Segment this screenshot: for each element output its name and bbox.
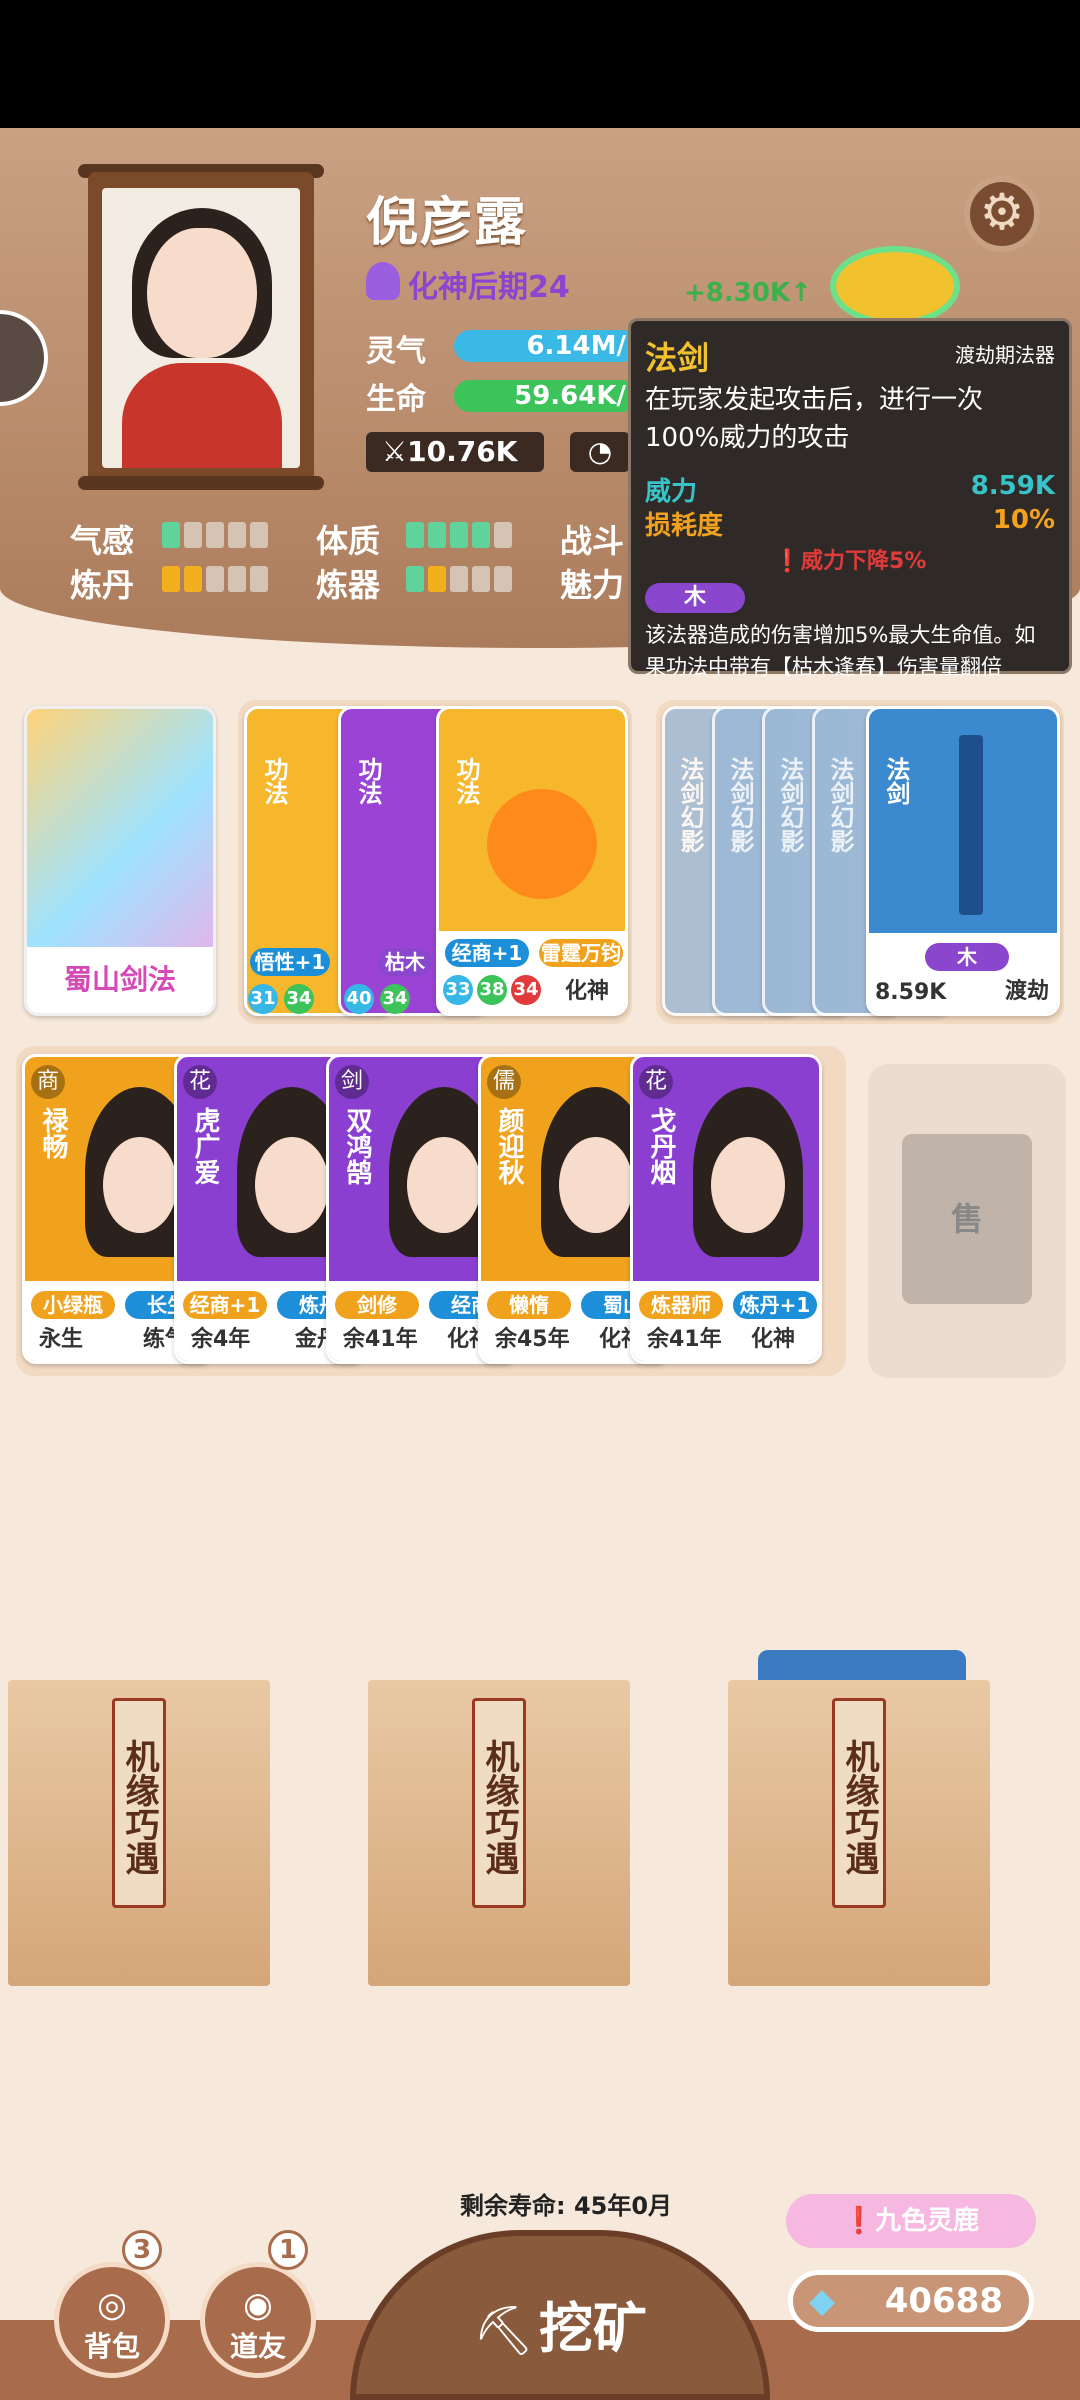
- companion-name: 戈丹烟: [646, 1107, 676, 1185]
- speed-pill[interactable]: ◔: [570, 432, 630, 472]
- companion-life: 永生: [39, 1327, 84, 1352]
- sword-icon: [959, 735, 983, 915]
- sword-icon: ⚔: [382, 435, 408, 468]
- event-banner[interactable]: ❗九色灵鹿: [786, 2194, 1036, 2248]
- packet-2[interactable]: 机缘巧遇: [368, 1680, 630, 1986]
- companion-card[interactable]: 花 戈丹烟 炼器师 炼丹+1 余41年 化神: [630, 1054, 822, 1364]
- tooltip-desc: 在玩家发起攻击后，进行一次100%威力的攻击: [645, 385, 984, 453]
- stat-qigan-segments: [162, 522, 272, 552]
- tooltip-title: 法剑: [645, 339, 710, 377]
- friends-button[interactable]: ◉ 道友: [200, 2262, 316, 2378]
- shengming-bar: 59.64K/: [454, 380, 638, 412]
- tooltip-warning: 威力下降5%: [801, 549, 927, 574]
- breakthrough-button[interactable]: [830, 246, 960, 326]
- friends-badge: 1: [268, 2230, 308, 2270]
- companion-face: [559, 1137, 633, 1233]
- alert-icon: ❗: [842, 2206, 876, 2236]
- companion-type: 商: [31, 1065, 65, 1099]
- dress: [122, 363, 282, 468]
- stat-zhandou: 战斗: [560, 522, 625, 560]
- companion-type: 剑: [335, 1065, 369, 1099]
- companion-life: 余4年: [191, 1327, 251, 1352]
- companion-name: 虎广爱: [190, 1107, 220, 1185]
- bag-icon: ◎: [97, 2285, 127, 2325]
- pickaxe-icon: ⛏: [472, 2303, 534, 2359]
- face: [147, 228, 257, 358]
- character-portrait[interactable]: [88, 172, 314, 484]
- tooltip-power-label: 威力: [645, 477, 698, 507]
- companion-tag2: 炼丹+1: [733, 1291, 817, 1319]
- companion-face: [407, 1137, 481, 1233]
- num: 34: [380, 984, 410, 1014]
- status-bar-area: [0, 0, 1080, 128]
- scroll-bottom-rod: [78, 476, 324, 490]
- tooltip-effect: 该法器造成的伤害增加5%最大生命值。如果功法中带有【枯木逢春】伤害量翻倍: [645, 623, 1036, 679]
- bag-badge: 3: [122, 2230, 162, 2270]
- tooltip-element: 木: [645, 583, 745, 613]
- stat-liandan-segments: [162, 566, 272, 596]
- attack-pill: ⚔10.76K: [366, 432, 544, 472]
- card-gongfa-2-tag: 枯木: [378, 948, 432, 976]
- companion-life: 余45年: [495, 1327, 570, 1352]
- lingqi-bar: 6.14M/: [454, 330, 638, 362]
- companion-life2: 化神: [751, 1327, 796, 1352]
- bag-button[interactable]: ◎ 背包: [54, 2262, 170, 2378]
- num: 40: [344, 984, 374, 1014]
- stat-meili: 魅力: [560, 566, 625, 604]
- card-sword-art-label: 蜀山剑法: [27, 947, 213, 1013]
- companion-name: 禄畅: [38, 1107, 68, 1159]
- realm-icon: [366, 262, 400, 300]
- realm-text: 化神后期24: [408, 270, 570, 305]
- card-gongfa-3[interactable]: 功法 经商+1 雷霆万钧 33 38 34 化神: [436, 706, 628, 1016]
- fire-book-icon: [487, 789, 597, 899]
- companion-life: 余41年: [647, 1327, 722, 1352]
- speed-icon: ◔: [587, 435, 613, 468]
- gem-counter[interactable]: ◆ 40688: [788, 2270, 1034, 2332]
- companion-name: 颜迎秋: [494, 1107, 524, 1185]
- stat-tizhi: 体质: [316, 522, 381, 560]
- companion-type: 儒: [487, 1065, 521, 1099]
- companion-tag: 懒惰: [487, 1291, 571, 1319]
- companion-name: 双鸿鹄: [342, 1107, 372, 1185]
- power-gain: +8.30K↑: [684, 278, 812, 308]
- tooltip-subtitle: 渡劫期法器: [955, 343, 1055, 367]
- num: 31: [248, 984, 278, 1014]
- gear-icon[interactable]: ⚙: [964, 176, 1040, 252]
- companion-tag: 剑修: [335, 1291, 419, 1319]
- companion-face: [711, 1137, 785, 1233]
- gem-icon: ◆: [809, 2281, 836, 2321]
- stat-lianqi: 炼器: [316, 566, 381, 604]
- stat-tizhi-segments: [406, 522, 516, 552]
- item-tooltip: 法剑 渡劫期法器 在玩家发起攻击后，进行一次100%威力的攻击 威力 8.59K…: [628, 318, 1072, 679]
- tooltip-power-value: 8.59K: [970, 471, 1055, 501]
- warning-icon: ❗: [773, 549, 802, 574]
- card-fajian[interactable]: 法剑 木 8.59K 渡劫: [866, 706, 1060, 1016]
- companion-type: 花: [639, 1065, 673, 1099]
- packet-1[interactable]: 机缘巧遇: [8, 1680, 270, 1986]
- sell-label: 售: [902, 1134, 1032, 1304]
- companion-tag: 炼器师: [639, 1291, 723, 1319]
- companion-type: 花: [183, 1065, 217, 1099]
- card-sword-art[interactable]: 蜀山剑法: [24, 706, 216, 1016]
- stat-lianqi-segments: [406, 566, 516, 596]
- mine-button[interactable]: ⛏ 挖矿: [350, 2230, 770, 2400]
- num: 34: [284, 984, 314, 1014]
- packet-3[interactable]: 机缘巧遇: [728, 1680, 990, 1986]
- tooltip-wear-label: 损耗度: [645, 511, 724, 541]
- friend-icon: ◉: [243, 2285, 273, 2325]
- tooltip-wear-value: 10%: [992, 505, 1055, 535]
- companion-face: [103, 1137, 177, 1233]
- companion-tag: 经商+1: [183, 1291, 267, 1319]
- stat-qigan: 气感: [70, 522, 135, 560]
- stat-liandan: 炼丹: [70, 566, 135, 604]
- companion-life: 余41年: [343, 1327, 418, 1352]
- lingqi-label: 灵气: [366, 334, 426, 369]
- companion-tag: 小绿瓶: [31, 1291, 115, 1319]
- shengming-label: 生命: [366, 382, 426, 417]
- sell-slot[interactable]: 售: [868, 1064, 1066, 1378]
- card-gongfa-1-tag: 悟性+1: [250, 948, 330, 976]
- companion-face: [255, 1137, 329, 1233]
- character-name: 倪彦露: [366, 193, 529, 253]
- lifespan-text: 剩余寿命: 45年0月: [460, 2192, 673, 2220]
